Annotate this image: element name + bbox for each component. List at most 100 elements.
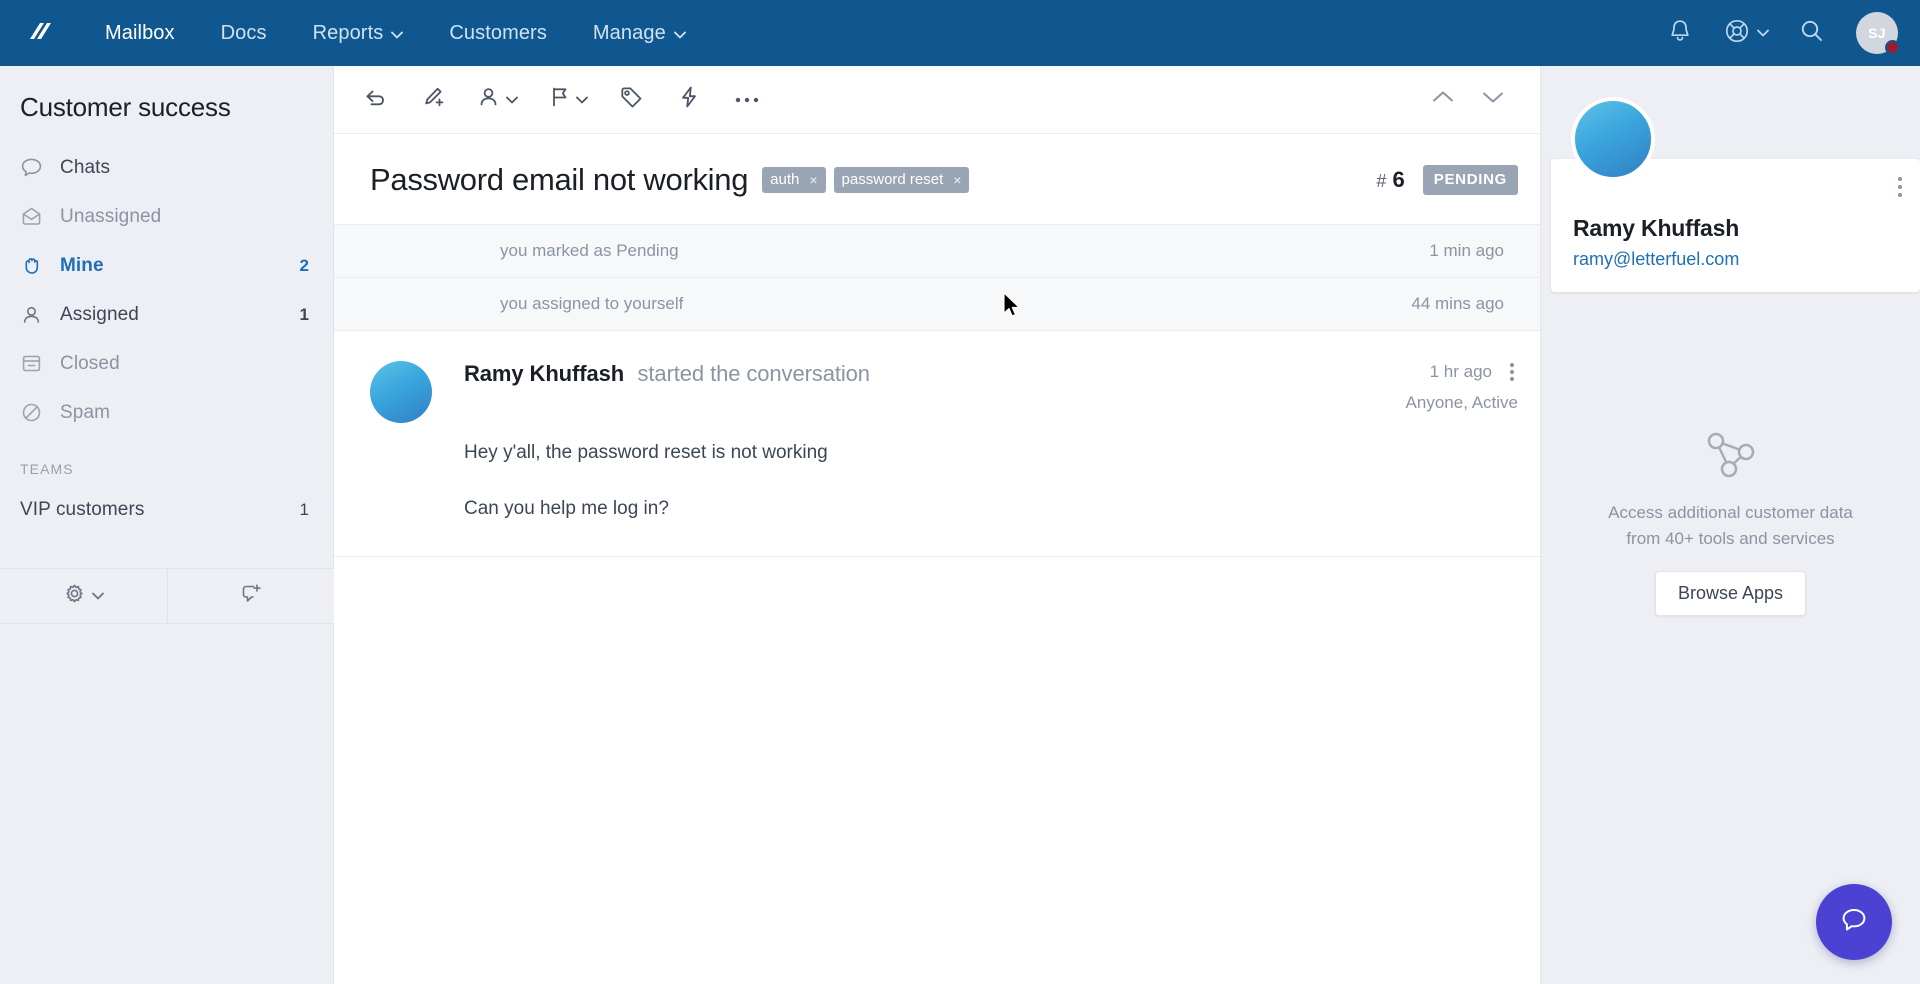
network-nodes-icon	[1577, 428, 1884, 484]
tag-label: password reset	[841, 171, 944, 188]
workflows-button[interactable]	[660, 73, 718, 127]
chevron-up-icon	[1431, 89, 1455, 110]
tag-icon	[618, 84, 645, 116]
person-icon	[477, 84, 503, 115]
apps-promo-line2: from 40+ tools and services	[1626, 529, 1835, 549]
add-note-button[interactable]	[404, 73, 462, 127]
user-avatar-button[interactable]: SJ	[1856, 12, 1900, 55]
chevron-down-icon	[673, 22, 686, 45]
chat-bubble-icon	[20, 156, 50, 179]
chevron-down-icon	[91, 587, 104, 605]
activity-time: 44 mins ago	[1411, 294, 1504, 313]
tag-auth[interactable]: auth ×	[762, 167, 826, 193]
search-button[interactable]	[1786, 7, 1838, 59]
lifebuoy-icon	[1724, 18, 1750, 49]
sidebar-item-label: Closed	[60, 352, 120, 374]
nav-link-customers[interactable]: Customers	[426, 0, 570, 66]
conversation-nav	[1418, 73, 1518, 127]
browse-apps-button[interactable]: Browse Apps	[1654, 570, 1807, 616]
search-icon	[1799, 18, 1825, 49]
tags-button[interactable]	[602, 73, 660, 127]
notifications-button[interactable]	[1654, 7, 1706, 59]
thread-action: started the conversation	[637, 361, 871, 386]
reply-button[interactable]	[346, 73, 404, 127]
thread-author: Ramy Khuffash	[464, 361, 625, 386]
flag-icon	[547, 84, 573, 115]
thread-header: Ramy Khuffash started the conversation 1…	[464, 361, 1518, 413]
new-conversation-icon	[239, 582, 263, 611]
person-icon	[20, 303, 50, 326]
nav-link-mailbox[interactable]: Mailbox	[82, 0, 198, 66]
more-actions-button[interactable]	[718, 73, 776, 127]
assign-button[interactable]	[462, 73, 532, 127]
next-conversation-button[interactable]	[1468, 73, 1518, 127]
sidebar-item-label: Mine	[60, 254, 104, 276]
activity-row: you marked as Pending 1 min ago	[334, 225, 1540, 278]
helpscout-logo-icon[interactable]	[18, 13, 58, 53]
customer-name: Ramy Khuffash	[1573, 215, 1740, 241]
mailbox-sidebar: Customer success Chats Unassigned Mine 2…	[0, 66, 334, 984]
avatar-status-badge	[1885, 40, 1900, 55]
sidebar-item-label: Spam	[60, 401, 111, 423]
customer-card: Ramy Khuffash ramy@letterfuel.com	[1551, 97, 1920, 292]
page-title: Password email not working	[370, 162, 749, 197]
help-beacon-button[interactable]	[1816, 884, 1892, 960]
nav-link-manage[interactable]: Manage	[570, 0, 709, 66]
customer-email[interactable]: ramy@letterfuel.com	[1573, 249, 1898, 270]
thread-byline: Ramy Khuffash started the conversation	[464, 361, 870, 387]
nav-right-actions: SJ	[1654, 7, 1920, 59]
new-conversation-button[interactable]	[166, 569, 335, 623]
status-badge[interactable]: PENDING	[1422, 165, 1518, 195]
gear-icon	[63, 582, 86, 610]
chevron-down-icon	[1756, 24, 1769, 42]
nav-link-label: Reports	[312, 21, 384, 44]
sidebar-item-label: Assigned	[60, 303, 139, 325]
sidebar-item-chats[interactable]: Chats	[0, 143, 333, 192]
sidebar-item-closed[interactable]: Closed	[0, 339, 333, 388]
envelope-open-icon	[20, 205, 50, 228]
thread-meta: 1 hr ago Anyone, Active	[1406, 361, 1518, 413]
remove-tag-icon[interactable]: ×	[953, 172, 961, 188]
lightning-bolt-icon	[676, 84, 702, 115]
help-button[interactable]	[1710, 7, 1782, 59]
conversation-number-value: 6	[1392, 167, 1405, 192]
activity-time: 1 min ago	[1429, 241, 1504, 260]
status-button[interactable]	[532, 73, 602, 127]
sidebar-item-mine[interactable]: Mine 2	[0, 241, 333, 290]
conversation-toolbar	[334, 66, 1540, 134]
nav-link-label: Manage	[592, 21, 666, 44]
sidebar-item-label: Chats	[60, 156, 111, 178]
thread-paragraph: Hey y'all, the password reset is not wor…	[464, 442, 828, 463]
nav-link-docs[interactable]: Docs	[198, 0, 290, 66]
previous-conversation-button[interactable]	[1418, 73, 1468, 127]
sidebar-item-label: Unassigned	[60, 205, 162, 227]
apps-promo-text: Access additional customer data from 40+…	[1577, 500, 1884, 553]
conversation-pane: Password email not working auth × passwo…	[334, 66, 1541, 984]
sidebar-item-vip-customers[interactable]: VIP customers 1	[0, 485, 333, 534]
tag-list: auth × password reset ×	[762, 167, 970, 193]
sidebar-item-spam[interactable]: Spam	[0, 388, 333, 437]
nav-link-label: Docs	[220, 21, 267, 44]
chevron-down-icon	[1481, 89, 1505, 110]
ellipsis-icon	[734, 91, 760, 109]
sidebar-item-count: 1	[299, 499, 309, 519]
nav-link-reports[interactable]: Reports	[290, 0, 427, 66]
sidebar-item-unassigned[interactable]: Unassigned	[0, 192, 333, 241]
archive-box-icon	[20, 352, 50, 375]
apps-promo: Access additional customer data from 40+…	[1541, 428, 1920, 616]
pencil-plus-icon	[420, 84, 447, 116]
primary-nav-links: Mailbox Docs Reports Customers Manage	[82, 0, 709, 66]
avatar	[370, 361, 432, 423]
tag-password-reset[interactable]: password reset ×	[833, 167, 970, 193]
sidebar-item-assigned[interactable]: Assigned 1	[0, 290, 333, 339]
mailbox-settings-button[interactable]	[0, 569, 167, 623]
chevron-down-icon	[391, 22, 404, 45]
remove-tag-icon[interactable]: ×	[809, 172, 817, 188]
apps-promo-line1: Access additional customer data	[1608, 503, 1853, 522]
conversation-meta: # 6 PENDING	[1376, 165, 1518, 195]
hash-symbol: #	[1376, 171, 1387, 191]
kebab-menu-icon[interactable]	[1506, 361, 1518, 383]
raised-hand-icon	[20, 254, 50, 277]
thread-paragraph: Can you help me log in?	[464, 497, 669, 519]
kebab-menu-icon[interactable]	[1898, 177, 1902, 197]
